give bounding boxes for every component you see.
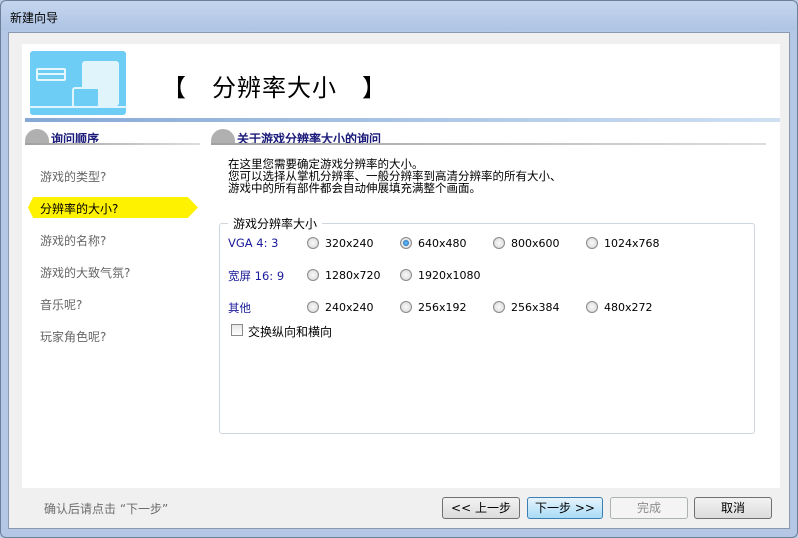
wizard-logo-icon	[30, 51, 126, 115]
sidebar-item-type[interactable]: 游戏的类型?	[40, 168, 106, 185]
swap-orientation-label[interactable]: 交换纵向和横向	[248, 323, 332, 340]
radio-label[interactable]: 1920x1080	[418, 269, 481, 282]
sidebar-item-resolution[interactable]: 分辨率的大小?	[28, 197, 198, 218]
page-title: 【 分辨率大小 】	[162, 74, 387, 102]
row-label: VGA 4: 3	[228, 236, 279, 250]
sidebar-item-player[interactable]: 玩家角色呢?	[40, 328, 106, 345]
radio-label[interactable]: 800x600	[511, 237, 560, 250]
radio-320x240[interactable]	[307, 237, 319, 249]
radio-800x600[interactable]	[493, 237, 505, 249]
radio-label[interactable]: 1280x720	[325, 269, 381, 282]
radio-label[interactable]: 256x384	[511, 301, 560, 314]
radio-label[interactable]: 320x240	[325, 237, 374, 250]
radio-label[interactable]: 240x240	[325, 301, 374, 314]
header-divider	[25, 118, 780, 122]
radio-1920x1080[interactable]	[400, 269, 412, 281]
row-label: 宽屏 16: 9	[228, 269, 285, 283]
description: 在这里您需要确定游戏分辨率的大小。 您可以选择从掌机分辨率、一般分辨率到高清分辨…	[228, 157, 562, 195]
sidebar-heading: 询问顺序	[25, 129, 210, 146]
groupbox-title: 游戏分辨率大小	[228, 215, 323, 232]
swap-orientation-checkbox[interactable]	[231, 324, 243, 336]
sidebar-item-mood[interactable]: 游戏的大致气氛?	[40, 264, 130, 281]
radio-240x240[interactable]	[307, 301, 319, 313]
radio-256x384[interactable]	[493, 301, 505, 313]
footer-hint: 确认后请点击 “下一步”	[44, 502, 169, 516]
radio-256x192[interactable]	[400, 301, 412, 313]
radio-label[interactable]: 1024x768	[604, 237, 660, 250]
radio-label[interactable]: 256x192	[418, 301, 467, 314]
sidebar-item-name[interactable]: 游戏的名称?	[40, 232, 106, 249]
title-bar: 新建向导	[0, 0, 798, 30]
radio-1280x720[interactable]	[307, 269, 319, 281]
cancel-button[interactable]: 取消	[694, 497, 772, 519]
radio-1024x768[interactable]	[586, 237, 598, 249]
window-title: 新建向导	[10, 11, 59, 25]
radio-640x480[interactable]	[400, 237, 412, 249]
back-button[interactable]: << 上一步	[442, 497, 520, 519]
next-button[interactable]: 下一步 >>	[527, 497, 603, 519]
main-heading: 关于游戏分辨率大小的询问	[211, 129, 771, 146]
sidebar-item-music[interactable]: 音乐呢?	[40, 296, 82, 313]
radio-label[interactable]: 480x272	[604, 301, 653, 314]
finish-button[interactable]: 完成	[610, 497, 688, 519]
radio-480x272[interactable]	[586, 301, 598, 313]
row-label: 其他	[228, 301, 251, 315]
radio-label[interactable]: 640x480	[418, 237, 467, 250]
